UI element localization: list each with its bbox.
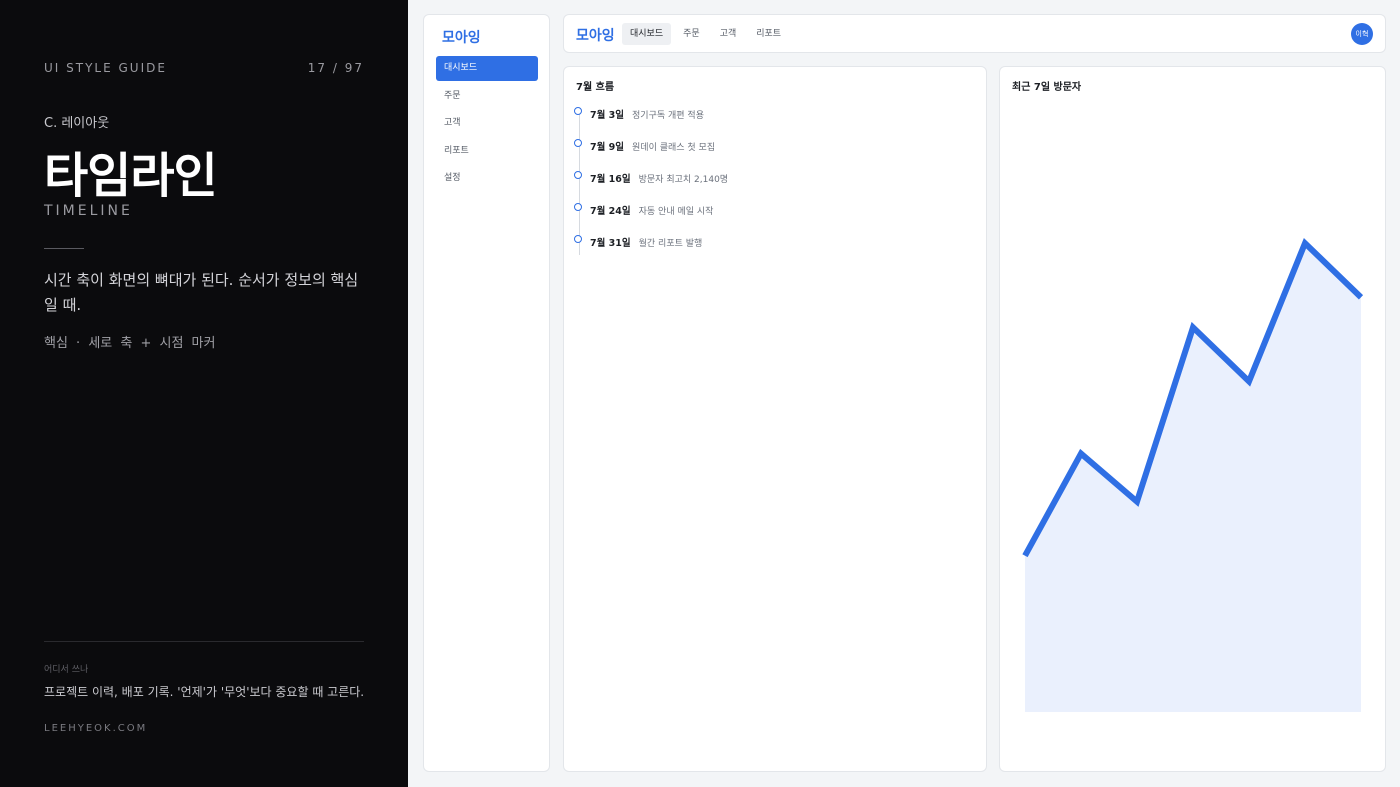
timeline-event: 7월 16일 방문자 최고치 2,140명 [574,171,728,185]
divider [44,248,84,249]
timeline-event: 7월 31일 월간 리포트 발행 [574,235,702,249]
event-text: 방문자 최고치 2,140명 [638,174,729,185]
topbar-logo[interactable]: 모아잉 [576,25,615,45]
sidebar-item-reports[interactable]: 리포트 [436,139,538,164]
chart-area [1025,243,1361,712]
avatar[interactable]: 이혁 [1351,23,1373,45]
event-date: 7월 9일 [590,142,625,153]
section-label: C. 레이아웃 [44,116,110,131]
tab-orders[interactable]: 주문 [675,23,708,45]
event-text: 원데이 클래스 첫 모집 [632,142,716,153]
key-points: 핵심 · 세로 축 + 시점 마커 [44,336,216,351]
timeline-marker-icon [574,171,582,179]
guide-title: 타임라인 [44,148,218,204]
usage-text: 프로젝트 이력, 배포 기록. '언제'가 '무엇'보다 중요할 때 고른다. [44,685,365,699]
sidebar-item-customers[interactable]: 고객 [436,111,538,136]
timeline-event: 7월 3일 정기구독 개편 적용 [574,107,704,121]
sidebar-logo[interactable]: 모아잉 [442,27,481,47]
guide-description: 시간 축이 화면의 뼈대가 된다. 순서가 정보의 핵심일 때. [44,271,359,314]
tab-list: 대시보드 주문 고객 리포트 [622,23,789,45]
tab-dashboard[interactable]: 대시보드 [622,23,672,45]
visitor-chart [1022,237,1364,712]
event-text: 정기구독 개편 적용 [632,110,704,121]
tab-customers[interactable]: 고객 [712,23,745,45]
guide-subtitle: TIMELINE [44,203,133,219]
timeline-marker-icon [574,107,582,115]
event-date: 7월 16일 [590,174,631,185]
event-text: 월간 리포트 발행 [638,238,703,249]
chart-card: 최근 7일 방문자 [999,66,1386,772]
guide-label: UI STYLE GUIDE [44,61,167,75]
usage-label: 어디서 쓰나 [44,665,89,675]
event-date: 7월 31일 [590,238,631,249]
style-guide-panel: UI STYLE GUIDE 17 / 97 C. 레이아웃 타임라인 TIME… [0,0,408,787]
event-text: 자동 안내 메일 시작 [638,206,714,217]
timeline-marker-icon [574,139,582,147]
sidebar-item-dashboard[interactable]: 대시보드 [436,56,538,81]
footer-divider [44,641,364,642]
top-bar: 모아잉 대시보드 주문 고객 리포트 이혁 [563,14,1386,53]
timeline-title: 7월 흐름 [576,82,615,93]
sidebar-item-orders[interactable]: 주문 [436,84,538,109]
timeline-marker-icon [574,203,582,211]
timeline-marker-icon [574,235,582,243]
timeline-event: 7월 24일 자동 안내 메일 시작 [574,203,713,217]
page-counter: 17 / 97 [307,61,364,75]
tab-reports[interactable]: 리포트 [748,23,789,45]
sidebar-item-settings[interactable]: 설정 [436,166,538,191]
timeline-card: 7월 흐름 7월 3일 정기구독 개편 적용 7월 9일 원데이 클래스 첫 모… [563,66,987,772]
timeline-event: 7월 9일 원데이 클래스 첫 모집 [574,139,715,153]
app-sidebar: 모아잉 대시보드 주문 고객 리포트 설정 [423,14,550,772]
event-date: 7월 24일 [590,206,631,217]
event-date: 7월 3일 [590,110,625,121]
sidebar-nav: 대시보드 주문 고객 리포트 설정 [436,56,538,194]
guide-header: UI STYLE GUIDE 17 / 97 [44,61,364,75]
site-url: LEEHYEOK.COM [44,723,148,734]
